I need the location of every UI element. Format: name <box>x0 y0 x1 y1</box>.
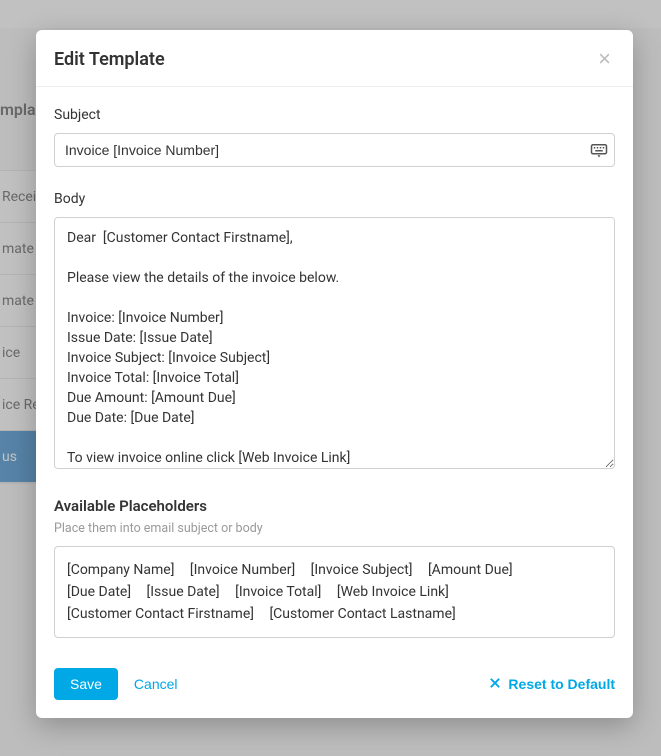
placeholder-item[interactable]: [Company Name] <box>67 559 174 581</box>
subject-group: Subject <box>54 107 615 167</box>
placeholders-subtitle: Place them into email subject or body <box>54 521 615 536</box>
modal-body: Subject Body Dear [Cus <box>36 87 633 652</box>
modal-title: Edit Template <box>54 49 165 70</box>
modal-header: Edit Template × <box>36 30 633 87</box>
placeholder-item[interactable]: [Customer Contact Firstname] <box>67 603 254 625</box>
placeholders-box: [Company Name] [Invoice Number] [Invoice… <box>54 546 615 638</box>
body-textarea[interactable]: Dear [Customer Contact Firstname], Pleas… <box>54 217 615 469</box>
close-icon: × <box>598 46 611 71</box>
reset-to-default-button[interactable]: Reset to Default <box>488 676 615 693</box>
body-group: Body Dear [Customer Contact Firstname], … <box>54 191 615 473</box>
cancel-button[interactable]: Cancel <box>132 670 180 698</box>
placeholder-item[interactable]: [Invoice Total] <box>235 581 321 603</box>
body-label: Body <box>54 191 615 207</box>
close-button[interactable]: × <box>594 48 615 70</box>
save-button[interactable]: Save <box>54 668 118 700</box>
placeholder-item[interactable]: [Invoice Number] <box>190 559 295 581</box>
placeholder-item[interactable]: [Customer Contact Lastname] <box>269 603 455 625</box>
placeholder-item[interactable]: [Invoice Subject] <box>311 559 413 581</box>
placeholder-item[interactable]: [Web Invoice Link] <box>337 581 449 603</box>
placeholders-title: Available Placeholders <box>54 497 615 515</box>
placeholder-item[interactable]: [Issue Date] <box>147 581 220 603</box>
keyboard-icon[interactable] <box>589 140 609 160</box>
placeholders-group: Available Placeholders Place them into e… <box>54 497 615 638</box>
placeholder-item[interactable]: [Amount Due] <box>428 559 513 581</box>
subject-label: Subject <box>54 107 615 123</box>
reset-label: Reset to Default <box>508 676 615 692</box>
reset-icon <box>488 676 502 693</box>
modal-footer: Save Cancel Reset to Default <box>36 652 633 718</box>
placeholder-item[interactable]: [Due Date] <box>67 581 131 603</box>
subject-input[interactable] <box>54 133 615 167</box>
edit-template-modal: Edit Template × Subject <box>36 30 633 718</box>
